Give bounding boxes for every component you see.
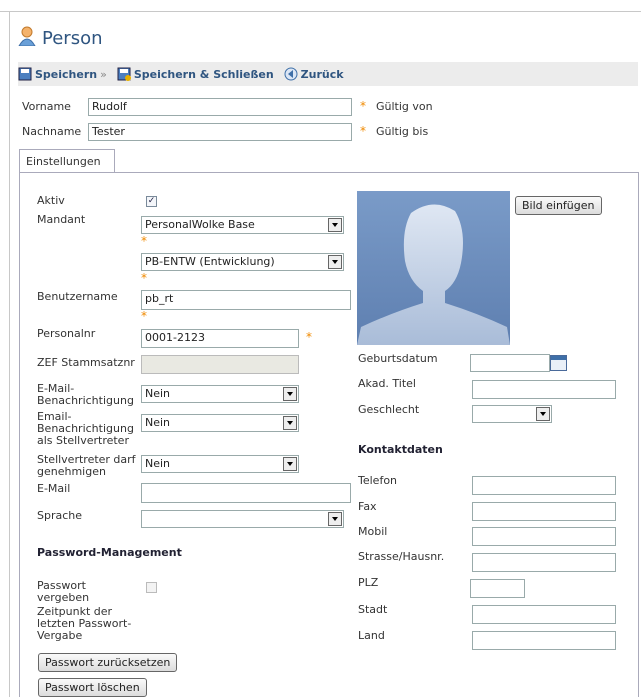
chevron-down-icon — [536, 407, 550, 421]
chevron-down-icon[interactable]: » — [100, 68, 107, 81]
person-silhouette-icon — [357, 204, 510, 345]
required-marker: * — [360, 99, 366, 113]
active-label: Aktiv — [37, 194, 65, 207]
last-name-label: Nachname — [22, 125, 82, 138]
back-arrow-icon — [284, 67, 298, 81]
deputy-approve-label: Stellvertreter darf genehmigen — [37, 453, 136, 478]
zef-label: ZEF Stammsatznr — [37, 356, 135, 369]
country-field[interactable] — [472, 631, 616, 650]
fax-field[interactable] — [472, 502, 616, 521]
last-name-field[interactable]: Tester — [88, 123, 352, 141]
chevron-down-icon — [328, 512, 342, 526]
chevron-down-icon — [328, 218, 342, 232]
profile-photo-placeholder — [357, 191, 510, 345]
page-title: Person — [18, 26, 103, 51]
chevron-down-icon — [283, 416, 297, 430]
country-label: Land — [358, 629, 385, 642]
required-marker: * — [306, 330, 312, 344]
gender-select[interactable] — [472, 405, 552, 423]
required-marker: * — [141, 309, 147, 323]
first-name-label: Vorname — [22, 100, 71, 113]
toolbar: Speichern » Speichern & Schließen Zurück — [18, 62, 638, 86]
language-label: Sprache — [37, 509, 83, 522]
required-marker: * — [141, 234, 147, 248]
contact-section-heading: Kontaktdaten — [358, 443, 443, 456]
street-field[interactable] — [472, 553, 616, 572]
gender-label: Geschlecht — [358, 403, 420, 416]
zef-field — [141, 355, 299, 374]
save-close-icon — [117, 67, 131, 81]
zip-field[interactable] — [470, 579, 525, 598]
password-section-heading: Password-Management — [37, 546, 182, 559]
username-label: Benutzername — [37, 290, 118, 303]
zip-label: PLZ — [358, 576, 379, 589]
password-assign-label: Passwort vergeben — [37, 579, 90, 604]
required-marker: * — [141, 271, 147, 285]
academic-title-label: Akad. Titel — [358, 377, 416, 390]
mobile-field[interactable] — [472, 527, 616, 546]
save-button[interactable]: Speichern » — [18, 67, 107, 81]
insert-image-button[interactable]: Bild einfügen — [515, 196, 602, 215]
valid-to-label: Gültig bis — [376, 125, 429, 138]
person-icon — [18, 26, 36, 51]
email-notify-select[interactable]: Nein — [141, 385, 299, 403]
reset-password-button[interactable]: Passwort zurücksetzen — [38, 653, 178, 672]
tab-einstellungen[interactable]: Einstellungen — [19, 149, 115, 173]
first-name-field[interactable]: Rudolf — [88, 98, 352, 116]
calendar-icon[interactable] — [550, 355, 567, 371]
deputy-approve-select[interactable]: Nein — [141, 455, 299, 473]
frame-top-border — [0, 11, 641, 12]
back-button[interactable]: Zurück — [284, 67, 344, 81]
active-checkbox[interactable]: ✓ — [146, 196, 157, 207]
language-select[interactable] — [141, 510, 344, 528]
save-icon — [18, 67, 32, 81]
fax-label: Fax — [358, 500, 377, 513]
city-field[interactable] — [472, 605, 616, 624]
birthdate-label: Geburtsdatum — [358, 352, 438, 365]
required-marker: * — [360, 124, 366, 138]
birthdate-field[interactable] — [470, 354, 550, 372]
save-close-button[interactable]: Speichern & Schließen — [117, 67, 274, 81]
email-notify-label: E-Mail-Benachrichtigung — [37, 382, 134, 407]
chevron-down-icon — [283, 457, 297, 471]
password-assign-checkbox[interactable] — [146, 582, 157, 593]
password-time-label: Zeitpunkt der letzten Passwort-Vergabe — [37, 605, 132, 642]
mobile-label: Mobil — [358, 525, 388, 538]
academic-title-field[interactable] — [472, 380, 616, 399]
username-field[interactable]: pb_rt — [141, 290, 351, 310]
email-deputy-label: Email-Benachrichtigung als Stellvertrete… — [37, 410, 134, 447]
phone-label: Telefon — [358, 474, 398, 487]
calendar-header — [551, 356, 566, 360]
city-label: Stadt — [358, 603, 388, 616]
chevron-down-icon — [283, 387, 297, 401]
chevron-down-icon — [328, 255, 342, 269]
email-label: E-Mail — [37, 482, 71, 495]
delete-password-button[interactable]: Passwort löschen — [38, 678, 147, 697]
street-label: Strasse/Hausnr. — [358, 550, 445, 563]
email-deputy-select[interactable]: Nein — [141, 414, 299, 432]
client-label: Mandant — [37, 213, 86, 226]
email-field[interactable] — [141, 483, 351, 503]
org-unit-select[interactable]: PB-ENTW (Entwicklung) — [141, 253, 344, 271]
frame-left-border — [9, 11, 10, 697]
page-title-text: Person — [42, 28, 103, 49]
valid-from-label: Gültig von — [376, 100, 433, 113]
phone-field[interactable] — [472, 476, 616, 495]
staff-no-field[interactable]: 0001-2123 — [141, 329, 299, 348]
client-select[interactable]: PersonalWolke Base — [141, 216, 344, 234]
staff-no-label: Personalnr — [37, 327, 96, 340]
